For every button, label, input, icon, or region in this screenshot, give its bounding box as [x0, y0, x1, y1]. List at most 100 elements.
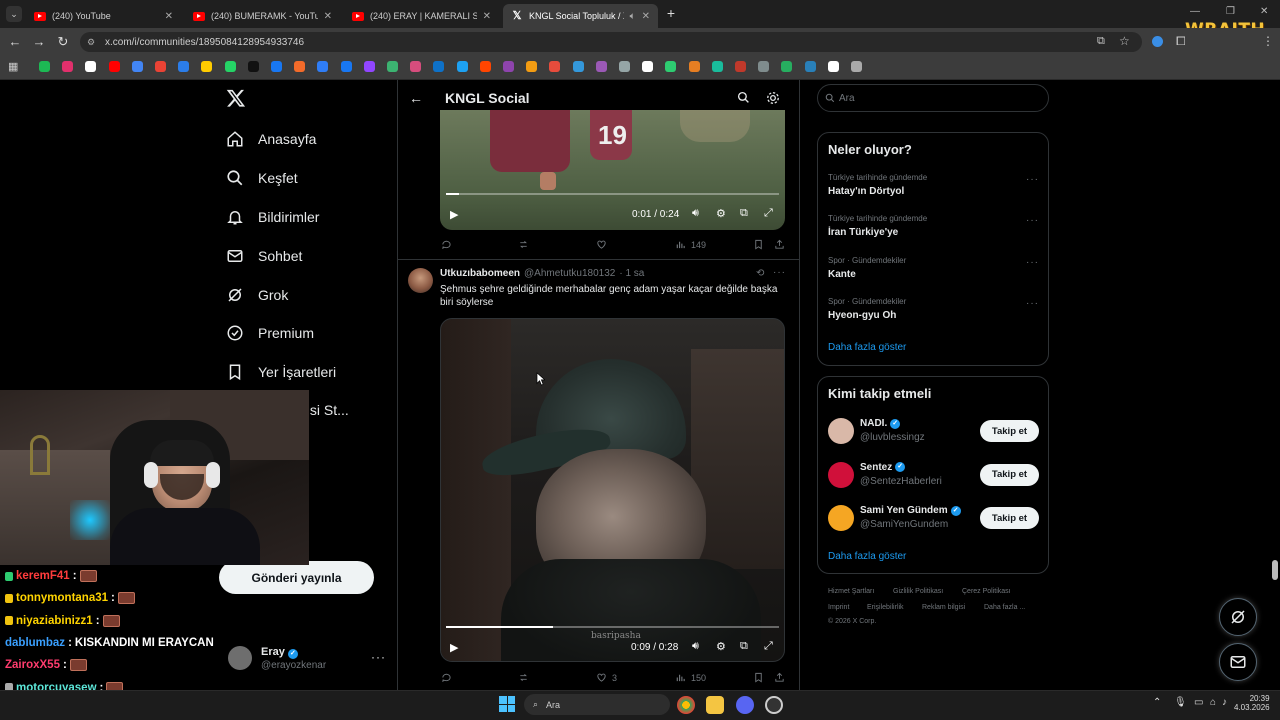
follow-name[interactable]: Sami Yen Gündem ✓ [860, 505, 961, 516]
footer-link[interactable]: Imprint [828, 604, 849, 611]
pip-icon[interactable]: ⧉ [740, 207, 748, 220]
bookmark-favicon-icon[interactable] [665, 61, 677, 72]
bookmark-favicon-icon[interactable] [340, 61, 352, 72]
bookmark-favicon-icon[interactable] [85, 61, 97, 72]
bookmark-favicon-icon[interactable] [688, 61, 700, 72]
file-explorer-icon[interactable] [706, 696, 724, 714]
maximize-icon[interactable]: ❐ [1226, 6, 1235, 17]
post-time[interactable]: · 1 sa [619, 268, 644, 279]
network-icon[interactable]: ⌂ [1210, 697, 1216, 708]
video-settings-icon[interactable]: ⚙ [716, 207, 726, 220]
bookmark-favicon-icon[interactable] [247, 61, 259, 72]
repost-button[interactable] [518, 672, 529, 683]
post2-video[interactable]: basripasha [440, 318, 785, 662]
follow-button[interactable]: Takip et [980, 420, 1039, 442]
tab-search-button[interactable]: ⌄ [6, 6, 22, 22]
tray-chevron-icon[interactable]: ⌃ [1153, 697, 1161, 708]
fullscreen-icon[interactable]: ⤢ [764, 207, 773, 220]
more-icon[interactable]: ··· [773, 267, 786, 278]
bookmark-favicon-icon[interactable] [549, 61, 561, 72]
messages-fab[interactable] [1219, 643, 1257, 681]
video1-progress-track[interactable] [446, 193, 779, 195]
tab-close-icon[interactable]: ✕ [642, 11, 650, 22]
bookmark-favicon-icon[interactable] [387, 61, 398, 72]
sidebar-item[interactable]: Sohbet [226, 247, 302, 265]
bookmark-favicon-icon[interactable] [642, 61, 654, 72]
follow-name[interactable]: NADI. ✓ [860, 418, 901, 429]
page-scrollbar[interactable] [1272, 560, 1278, 580]
new-tab-button[interactable]: + [664, 6, 678, 20]
bookmark-favicon-icon[interactable] [363, 61, 375, 72]
sidebar-item[interactable]: Bildirimler [226, 208, 319, 226]
trend-name[interactable]: Hatay'ın Dörtyol [828, 186, 904, 197]
follow-avatar[interactable] [828, 461, 854, 488]
browser-tab[interactable]: (240) ERAY | KAMERALI SOHBET ✕ [344, 4, 499, 28]
back-icon[interactable]: ← [8, 35, 22, 49]
reload-icon[interactable]: ↻ [56, 35, 70, 49]
x-logo-icon[interactable] [226, 88, 246, 108]
reply-button[interactable] [441, 672, 452, 683]
bookmark-favicon-icon[interactable] [735, 61, 746, 72]
bookmark-favicon-icon[interactable] [131, 61, 143, 72]
bookmark-favicon-icon[interactable] [178, 61, 190, 72]
footer-link[interactable]: Gizlilik Politikası [893, 588, 943, 595]
author-handle[interactable]: @Ahmetutku180132 [524, 268, 615, 279]
account-more-icon[interactable]: ··· [371, 650, 386, 664]
sidebar-item[interactable]: Premium [226, 324, 314, 342]
author-name[interactable]: Utkuzıbabomeen [440, 268, 520, 279]
chrome-icon[interactable] [677, 696, 695, 714]
bookmark-favicon-icon[interactable] [503, 61, 514, 72]
minimize-icon[interactable]: — [1190, 6, 1200, 17]
footer-link[interactable]: Erişilebilirlik [867, 604, 904, 611]
trend-more-icon[interactable]: ··· [1026, 174, 1039, 185]
bookmark-favicon-icon[interactable] [619, 61, 630, 72]
footer-link[interactable]: Reklam bilgisi [922, 604, 965, 611]
share-button[interactable] [774, 672, 785, 683]
pip-icon[interactable]: ⧉ [740, 640, 748, 653]
follow-name[interactable]: Sentez ✓ [860, 462, 906, 473]
bookmark-favicon-icon[interactable] [758, 61, 770, 72]
discord-icon[interactable] [736, 696, 754, 714]
bookmark-favicon-icon[interactable] [39, 61, 50, 72]
volume-icon[interactable]: 🔊︎ [692, 640, 699, 653]
bookmark-favicon-icon[interactable] [62, 61, 74, 72]
start-icon[interactable] [499, 696, 515, 712]
browser-menu-icon[interactable]: ⋮ [1262, 34, 1274, 48]
display-icon[interactable]: ▭ [1194, 697, 1203, 708]
follow-avatar[interactable] [828, 418, 854, 444]
app-icon[interactable] [765, 696, 783, 714]
browser-tab[interactable]: 𝕏 KNGL Social Topluluk / X 🔈︎ ✕ [503, 4, 658, 28]
account-avatar[interactable] [228, 646, 252, 670]
bookmark-favicon-icon[interactable] [479, 61, 491, 72]
bookmark-favicon-icon[interactable] [526, 61, 538, 72]
video-settings-icon[interactable]: ⚙ [716, 640, 726, 653]
bookmark-button[interactable] [753, 239, 764, 250]
author-avatar[interactable] [408, 268, 433, 293]
browser-tab[interactable]: (240) BUMERAMK - YouTube ✕ [185, 4, 340, 28]
repost-button[interactable] [518, 239, 529, 250]
trend-more-icon[interactable]: ··· [1026, 298, 1039, 309]
account-name[interactable]: Eray ✓ [261, 646, 298, 659]
site-info-icon[interactable]: ⚙ [87, 37, 95, 48]
bookmark-favicon-icon[interactable] [781, 61, 793, 72]
follow-button[interactable]: Takip et [980, 463, 1039, 486]
play-icon[interactable]: ▶ [450, 641, 458, 654]
bookmark-favicon-icon[interactable] [827, 61, 839, 72]
trend-more-icon[interactable]: ··· [1026, 257, 1039, 268]
like-button[interactable]: 3 [596, 672, 617, 683]
url-text[interactable]: x.com/i/communities/1895084128954933746 [105, 37, 304, 48]
follow-button[interactable]: Takip et [980, 507, 1039, 529]
bookmark-star-icon[interactable]: ☆ [1119, 34, 1130, 48]
bookmark-favicon-icon[interactable] [410, 61, 422, 72]
bookmark-favicon-icon[interactable] [271, 61, 282, 72]
bookmark-favicon-icon[interactable] [595, 61, 607, 72]
bookmark-favicon-icon[interactable] [804, 61, 816, 72]
post-button[interactable]: Gönderi yayınla [219, 561, 374, 594]
account-handle[interactable]: @erayozkenar [261, 660, 326, 671]
bookmark-favicon-icon[interactable] [201, 61, 213, 72]
views-button[interactable]: 150 [675, 672, 706, 683]
bookmark-favicon-icon[interactable] [294, 61, 306, 72]
bookmark-favicon-icon[interactable] [711, 61, 723, 72]
footer-link[interactable]: © 2026 X Corp. [828, 618, 876, 625]
bookmark-button[interactable] [753, 672, 764, 683]
